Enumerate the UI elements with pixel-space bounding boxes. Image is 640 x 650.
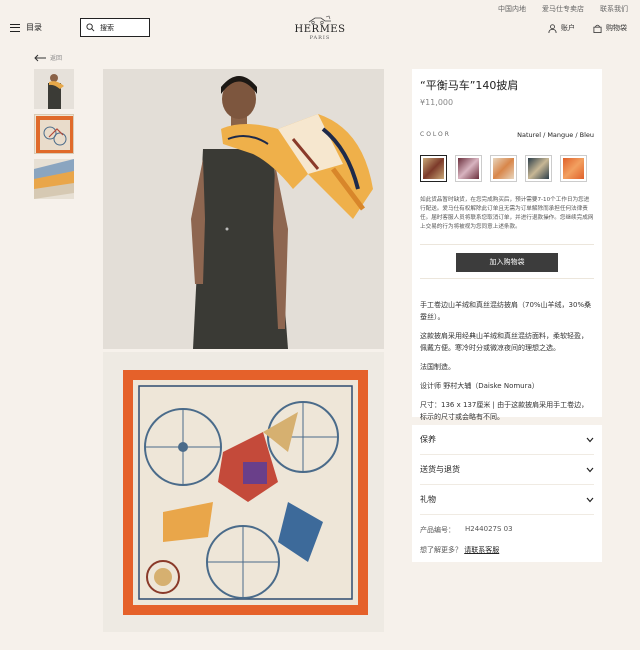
product-code-value: H244027S 03 — [465, 525, 513, 533]
account-button[interactable]: 账户 — [548, 23, 575, 33]
logo-brand: HERMES — [294, 24, 346, 35]
stock-notice: 如此货品暂时缺货，在您完成购买后，预计需要7-10个工作日为您进行配送。爱马仕有… — [420, 197, 594, 230]
color-name: Naturel / Mangue / Bleu — [517, 131, 594, 139]
accordion-label: 保养 — [420, 435, 436, 444]
back-link[interactable]: 返回 — [34, 53, 62, 62]
accordion-label: 送货与退货 — [420, 465, 460, 474]
cart-button[interactable]: 购物袋 — [593, 23, 627, 33]
arrow-left-icon — [34, 54, 46, 61]
swatch-fill — [493, 158, 514, 179]
search-input[interactable]: 搜索 — [80, 18, 150, 37]
search-placeholder: 搜索 — [100, 23, 114, 32]
desc-material: 手工卷边山羊绒和真丝混纺披肩（70%山羊绒，30%桑蚕丝）。 — [420, 301, 592, 321]
contact-prompt-text: 想了解更多？ — [420, 546, 462, 554]
product-image-model — [103, 69, 384, 349]
site-header: 目录 搜索 HERMES PARIS 账户 购物袋 — [0, 15, 640, 46]
swatch-3[interactable] — [490, 155, 517, 182]
add-to-cart-button[interactable]: 加入购物袋 — [456, 253, 558, 272]
product-info-panel: “平衡马车”140披肩 ¥11,000 COLOR Naturel / Mang… — [412, 69, 602, 421]
chevron-down-icon — [586, 497, 594, 502]
desc-size: 尺寸：136 x 137厘米 | 由于这款披肩采用手工卷边，标示的尺寸或会略有不… — [420, 401, 589, 421]
carriage-logo-icon — [293, 15, 347, 25]
chevron-down-icon — [586, 467, 594, 472]
swatch-naturel[interactable] — [420, 155, 447, 182]
chevron-down-icon — [586, 437, 594, 442]
contact-prompt: 想了解更多？ 请联系客服 — [420, 545, 594, 555]
accordion-care[interactable]: 保养 — [420, 425, 594, 455]
back-label: 返回 — [50, 55, 63, 62]
account-label: 账户 — [561, 24, 575, 32]
menu-label: 目录 — [26, 23, 42, 32]
desc-feature: 这款披肩采用经典山羊绒和真丝混纺面料，柔软轻盈，佩戴方便。寒冷时分或微凉夜间的理… — [420, 332, 588, 352]
swatch-5[interactable] — [560, 155, 587, 182]
product-code: 产品编号： H244027S 03 — [420, 525, 594, 535]
swatch-fill — [458, 158, 479, 179]
product-code-label: 产品编号： — [420, 526, 455, 534]
color-label: COLOR — [420, 131, 451, 138]
utility-bar: 中国内地 爱马仕专卖店 联系我们 — [498, 4, 628, 14]
user-icon — [548, 23, 557, 33]
color-swatches — [420, 155, 594, 182]
product-details-panel: 保养 送货与退货 礼物 产品编号： H244027S 03 想了解更多？ 请联系… — [412, 425, 602, 562]
contact-link[interactable]: 联系我们 — [600, 4, 628, 14]
swatch-fill — [528, 158, 549, 179]
color-row: COLOR Naturel / Mangue / Bleu — [420, 131, 594, 139]
desc-designer: 设计师 野村大辅（Daiske Nomura） — [420, 382, 539, 390]
contact-service-link[interactable]: 请联系客服 — [464, 546, 499, 554]
thumbnail-scarf-flat[interactable] — [34, 114, 74, 154]
desc-origin: 法国制造。 — [420, 363, 455, 371]
shopping-bag-icon — [593, 24, 602, 33]
region-link[interactable]: 中国内地 — [498, 4, 526, 14]
accordion-label: 礼物 — [420, 495, 436, 504]
search-icon — [86, 23, 95, 32]
stores-link[interactable]: 爱马仕专卖店 — [542, 4, 584, 14]
divider — [420, 244, 594, 245]
product-image-scarf — [103, 352, 384, 632]
accordion-gift[interactable]: 礼物 — [420, 485, 594, 515]
thumbnail-scarf-folded[interactable] — [34, 159, 74, 199]
cart-label: 购物袋 — [606, 24, 627, 32]
swatch-2[interactable] — [455, 155, 482, 182]
product-title: “平衡马车”140披肩 — [420, 79, 519, 92]
swatch-4[interactable] — [525, 155, 552, 182]
menu-button[interactable]: 目录 — [10, 22, 42, 33]
accordion-delivery[interactable]: 送货与退货 — [420, 455, 594, 485]
swatch-fill — [563, 158, 584, 179]
hermes-logo[interactable]: HERMES PARIS — [293, 15, 347, 41]
product-price: ¥11,000 — [420, 98, 454, 107]
product-description: 手工卷边山羊绒和真丝混纺披肩（70%山羊绒，30%桑蚕丝）。 这款披肩采用经典山… — [420, 299, 594, 423]
logo-city: PARIS — [309, 35, 331, 41]
divider — [420, 278, 594, 279]
hamburger-icon — [10, 23, 20, 32]
thumbnail-model[interactable] — [34, 69, 74, 109]
swatch-fill — [423, 158, 444, 179]
